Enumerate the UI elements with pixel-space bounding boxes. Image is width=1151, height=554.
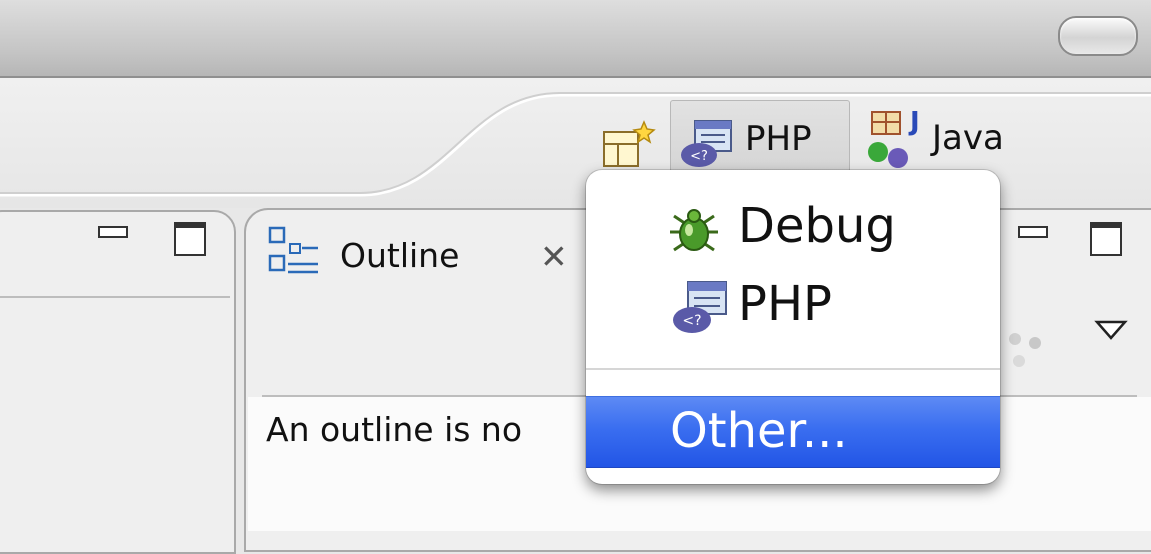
menu-item-other[interactable]: Other... [586,396,1000,468]
window-title-bar [0,0,1151,78]
left-minimize-button[interactable] [98,226,128,238]
perspective-dropdown-menu: Debug <? PHP Other... [586,170,1000,484]
php-perspective-icon: <? [673,281,727,333]
view-menu-icon[interactable] [1094,318,1128,342]
outline-icon [268,226,318,274]
open-perspective-icon[interactable] [602,120,656,170]
svg-text:J: J [908,108,920,137]
svg-text:<?: <? [682,313,701,329]
php-perspective-icon: <? [681,120,732,167]
close-icon[interactable]: ✕ [540,237,568,276]
outline-maximize-button[interactable] [1090,222,1122,256]
left-panel-divider [0,296,230,298]
menu-item-debug-label: Debug [738,198,896,254]
menu-item-other-label: Other... [670,403,848,459]
php-perspective-button[interactable]: <? PHP [670,100,850,178]
menu-item-php[interactable]: <? PHP [586,270,1000,350]
php-perspective-label: PHP [745,119,812,159]
outline-tab-label[interactable]: Outline [340,236,459,275]
outline-status-message: An outline is no [266,410,523,449]
menu-item-php-label: PHP [738,276,832,332]
java-perspective-button[interactable]: J Java [858,100,1028,176]
menu-item-debug[interactable]: Debug [586,190,1000,270]
outline-minimize-button[interactable] [1018,226,1048,238]
left-view-panel [0,210,236,554]
menu-separator [586,368,1000,370]
debug-bug-icon [670,209,718,252]
toolbar-toggle-button[interactable] [1058,16,1138,56]
java-perspective-label: Java [932,118,1004,158]
outline-filter-icon[interactable] [1003,329,1053,375]
svg-text:<?: <? [690,149,708,164]
java-perspective-icon: J [868,108,920,168]
left-maximize-button[interactable] [174,222,206,256]
